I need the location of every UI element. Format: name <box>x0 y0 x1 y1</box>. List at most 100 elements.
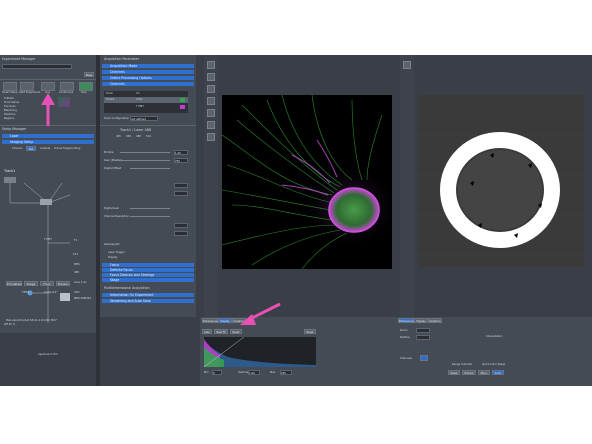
mode-option-fast[interactable]: Fast <box>26 146 36 151</box>
right-tab-graphics[interactable]: Graphics <box>428 318 442 323</box>
mono-button[interactable]: Mono <box>478 370 490 375</box>
param-slider-3[interactable] <box>130 168 170 169</box>
streaming-header[interactable]: Streaming and Auto Save <box>102 299 194 303</box>
channel-toggle[interactable] <box>420 355 428 361</box>
track-row-selected[interactable]: Track1 ChS1 <box>104 97 188 103</box>
tab-dimensions[interactable]: Dimensions <box>202 318 218 323</box>
acq-section-3: Channels <box>110 82 125 86</box>
tab-display[interactable]: Display <box>218 318 232 323</box>
auto-button[interactable]: Auto <box>202 329 212 334</box>
param-slider-5[interactable] <box>130 216 170 217</box>
zoom-field[interactable] <box>416 328 430 333</box>
right-tab-display[interactable]: Display <box>414 318 428 323</box>
range-indicator-option[interactable]: Range Indicator <box>452 363 473 367</box>
param-field-4[interactable] <box>174 191 188 196</box>
layout-tool-icon[interactable] <box>207 133 215 141</box>
right-tab-dimensions[interactable]: Dimensions <box>398 318 414 323</box>
param-slider-4[interactable] <box>130 208 170 209</box>
zoom-tool-icon[interactable] <box>207 61 215 69</box>
fluor-button[interactable]: Fluor <box>40 281 54 286</box>
bottom-section-5: Information On Experiment <box>110 293 154 297</box>
laser-section-header[interactable]: Laser <box>2 134 94 138</box>
extract-button[interactable]: Extract <box>462 370 476 375</box>
histogram-reset-button[interactable]: Reset <box>230 329 242 334</box>
bottom-section-2: Focus Devices and Strategy <box>110 273 155 277</box>
laser-line-458[interactable]: 458 <box>126 135 131 139</box>
gamma-value-field[interactable]: 1.00 <box>248 370 260 375</box>
quick-color-option[interactable]: Quick Color Setup <box>482 363 505 367</box>
crop-tool-icon[interactable] <box>207 85 215 93</box>
histogram[interactable] <box>203 336 316 368</box>
continuous-button[interactable] <box>60 82 74 91</box>
acq-section-0: Acquisition Mode <box>110 64 138 68</box>
focus-header[interactable]: Focus <box>102 263 194 267</box>
param-field-3[interactable] <box>174 183 188 188</box>
ch-col-header: Ch <box>136 92 140 95</box>
experiment-name-field[interactable] <box>2 64 72 69</box>
max-value-field[interactable]: 255 <box>280 370 292 375</box>
param-field-5[interactable] <box>174 223 188 228</box>
display-option[interactable]: Display <box>108 256 118 260</box>
pinhole-slider[interactable] <box>120 152 170 153</box>
bottom-section-6: Streaming and Auto Save <box>110 299 151 303</box>
gain-value[interactable]: 750 <box>174 158 188 163</box>
stage-header[interactable]: Stage <box>102 278 194 282</box>
track-config-select[interactable]: not defined <box>130 116 158 121</box>
tab-label-start: Start Experiment <box>19 91 41 94</box>
lp-label-chd: ChD <box>74 291 80 294</box>
live-button[interactable] <box>41 82 55 91</box>
channels-header[interactable]: Channels <box>102 70 194 74</box>
param-wavelength: Wavelength <box>104 243 120 246</box>
channel-color-swatch-2[interactable] <box>180 105 185 109</box>
secondary-image-viewer[interactable] <box>418 95 584 267</box>
stop-button[interactable] <box>79 82 93 91</box>
smart-setup-button[interactable] <box>3 82 17 91</box>
right-reset-button[interactable]: Reset <box>448 370 460 375</box>
control-interpolation[interactable]: Interpolation <box>486 335 503 339</box>
measure-tool-icon[interactable] <box>207 97 215 105</box>
region-tool-icon[interactable] <box>207 109 215 117</box>
channel-color-swatch[interactable] <box>180 98 185 102</box>
light-path-lines <box>4 177 71 323</box>
mode-option-lambda[interactable]: Lambda <box>40 147 50 151</box>
position-field[interactable] <box>416 335 430 340</box>
track-table: Track Ch Track1 ChS1 T PMT <box>104 91 188 113</box>
information-header[interactable]: Information On Experiment <box>102 293 194 297</box>
gain-slider[interactable] <box>120 160 170 161</box>
color-button[interactable]: Color <box>492 370 504 375</box>
move-tool-icon[interactable] <box>207 73 215 81</box>
laser-line-405[interactable]: 405 <box>116 135 121 139</box>
min-value-field[interactable]: 0 <box>212 370 222 375</box>
start-experiment-button[interactable] <box>20 82 34 91</box>
laser-line-514[interactable]: 514 <box>146 135 151 139</box>
track-row-ch: ChS1 <box>136 98 143 101</box>
param-field-6[interactable] <box>174 231 188 236</box>
definite-focus-header[interactable]: Definite Focus <box>102 268 194 272</box>
online-processing-header[interactable]: Online Processing Options <box>102 76 194 80</box>
tab-label-live: Live <box>45 91 51 94</box>
reset-button[interactable]: Reset <box>304 329 316 334</box>
new-experiment-button[interactable]: New <box>84 72 94 77</box>
control-channels: Channels <box>400 357 412 360</box>
laser-line-488[interactable]: 488 <box>136 135 141 139</box>
channels-header-2[interactable]: Channels <box>102 82 194 86</box>
stage-button[interactable]: Stage <box>24 281 38 286</box>
mode-option-channel[interactable]: Channel <box>12 147 22 151</box>
best-fit-button[interactable]: Best Fit <box>214 329 228 334</box>
acq-section-2: Online Processing Options <box>110 76 152 80</box>
right-tool-icon[interactable] <box>403 61 411 69</box>
transm-button[interactable]: Transm <box>56 281 70 286</box>
acquisition-mode-header[interactable]: Acquisition Mode <box>102 64 194 68</box>
pinhole-value[interactable]: 1.25 <box>174 150 188 155</box>
mode-option-online[interactable]: Online Fingerprinting <box>54 147 80 151</box>
image-viewer[interactable] <box>222 95 392 269</box>
imaging-setup-header[interactable]: Imaging Setup <box>2 140 94 144</box>
lp-label-mbs: MBS <box>74 263 80 266</box>
profile-tool-icon[interactable] <box>207 121 215 129</box>
option-regions[interactable]: Regions <box>4 117 14 121</box>
emulation-button[interactable]: Emulation <box>6 281 22 286</box>
tab-graphics[interactable]: Graphics <box>232 318 246 323</box>
laser-trigger-option[interactable]: Laser Trigger <box>108 251 125 255</box>
focus-devices-header[interactable]: Focus Devices and Strategy <box>102 273 194 277</box>
multidimensional-title: Multidimensional Acquisition <box>104 286 150 290</box>
